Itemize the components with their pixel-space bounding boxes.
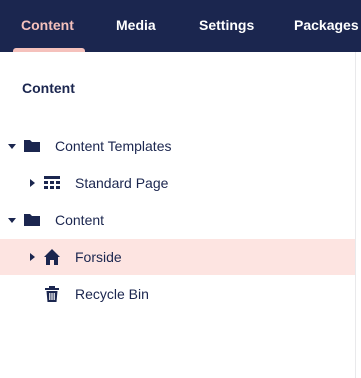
tab-packages[interactable]: Packages xyxy=(294,0,359,52)
tree-item-label: Forside xyxy=(75,249,122,265)
tree-item-recycle-bin[interactable]: Recycle Bin xyxy=(0,276,355,312)
tree-item-standard-page[interactable]: Standard Page xyxy=(0,165,355,201)
tree-title: Content xyxy=(22,80,75,96)
tab-content[interactable]: Content xyxy=(21,0,74,52)
caret-down-icon[interactable] xyxy=(7,215,17,225)
folder-icon xyxy=(24,140,40,152)
tree-item-label: Content Templates xyxy=(55,138,172,154)
top-navigation: Content Media Settings Packages xyxy=(0,0,361,52)
caret-right-icon[interactable] xyxy=(27,252,37,262)
folder-icon xyxy=(24,214,40,226)
home-icon xyxy=(44,249,60,265)
panel-divider xyxy=(355,52,356,378)
grid-icon xyxy=(44,176,60,189)
tab-media[interactable]: Media xyxy=(116,0,156,52)
tree-item-label: Standard Page xyxy=(75,175,169,191)
tab-settings[interactable]: Settings xyxy=(199,0,254,52)
tree-item-label: Content xyxy=(55,212,105,228)
caret-right-icon[interactable] xyxy=(27,178,37,188)
tree-item-forside[interactable]: Forside xyxy=(0,239,355,275)
caret-down-icon[interactable] xyxy=(7,141,17,151)
tree-item-label: Recycle Bin xyxy=(75,286,149,302)
tree-item-content-templates[interactable]: Content Templates xyxy=(0,128,355,164)
tree-item-content[interactable]: Content xyxy=(0,202,355,238)
active-tab-indicator xyxy=(13,48,85,52)
trash-icon xyxy=(45,286,59,302)
